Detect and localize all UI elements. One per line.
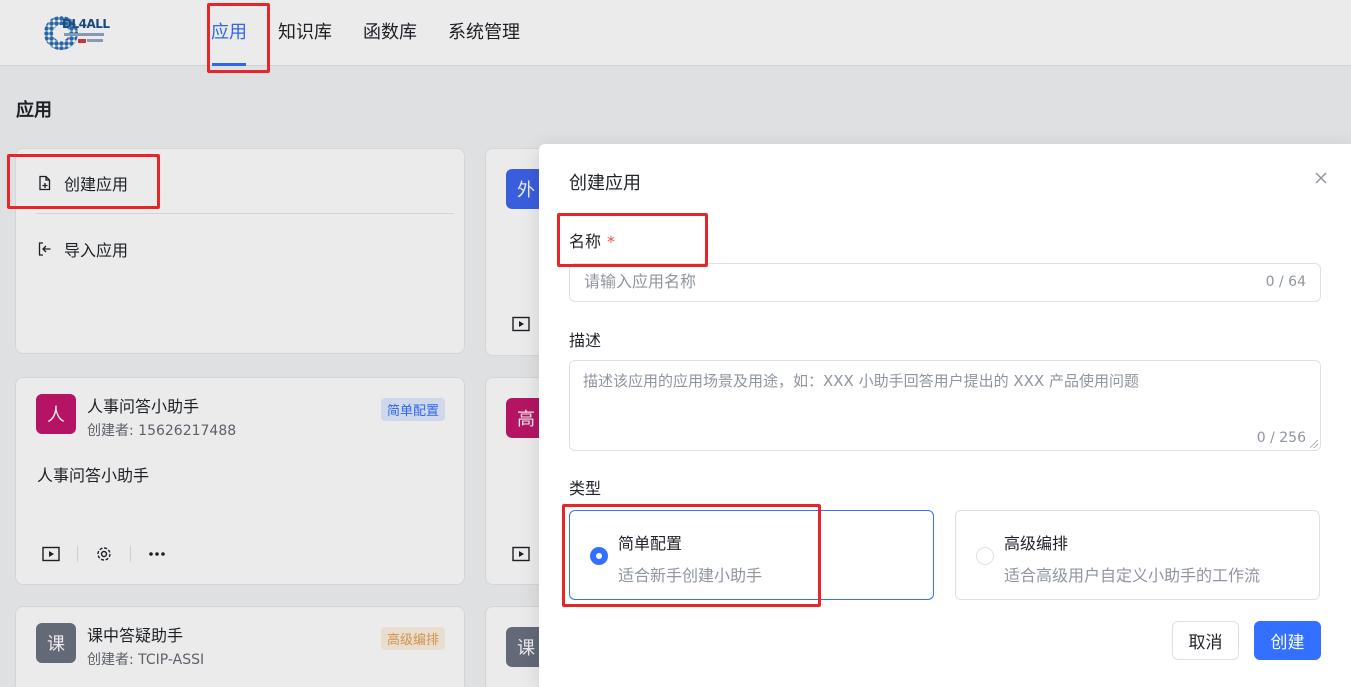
- resize-handle-icon[interactable]: [1310, 440, 1318, 448]
- description-field[interactable]: 0 / 256: [569, 360, 1321, 451]
- close-icon[interactable]: [1313, 170, 1329, 186]
- option-title: 高级编排: [1004, 534, 1069, 553]
- description-label: 描述: [569, 331, 602, 350]
- create-button[interactable]: 创建: [1254, 621, 1321, 660]
- radio-checked-icon[interactable]: [590, 547, 608, 565]
- option-title: 简单配置: [618, 534, 683, 553]
- name-label: 名称 *: [569, 228, 615, 252]
- name-field[interactable]: 0 / 64: [569, 263, 1321, 302]
- cancel-button[interactable]: 取消: [1172, 621, 1239, 660]
- description-char-counter: 0 / 256: [1256, 430, 1306, 446]
- name-label-text: 名称: [569, 232, 602, 251]
- create-app-dialog: 创建应用 名称 * 0 / 64 描述 0 / 256 类型 简单配置 适合新手创…: [539, 144, 1351, 687]
- description-input[interactable]: [583, 370, 1303, 430]
- type-label: 类型: [569, 479, 602, 498]
- option-description: 适合新手创建小助手: [618, 566, 763, 585]
- dialog-title: 创建应用: [569, 173, 641, 194]
- name-input[interactable]: [584, 272, 1224, 291]
- required-mark: *: [607, 232, 616, 251]
- type-option-advanced[interactable]: 高级编排 适合高级用户自定义小助手的工作流: [955, 510, 1320, 600]
- radio-unchecked-icon[interactable]: [976, 547, 994, 565]
- name-char-counter: 0 / 64: [1265, 274, 1306, 290]
- option-description: 适合高级用户自定义小助手的工作流: [1004, 566, 1261, 585]
- type-option-simple[interactable]: 简单配置 适合新手创建小助手: [569, 510, 934, 600]
